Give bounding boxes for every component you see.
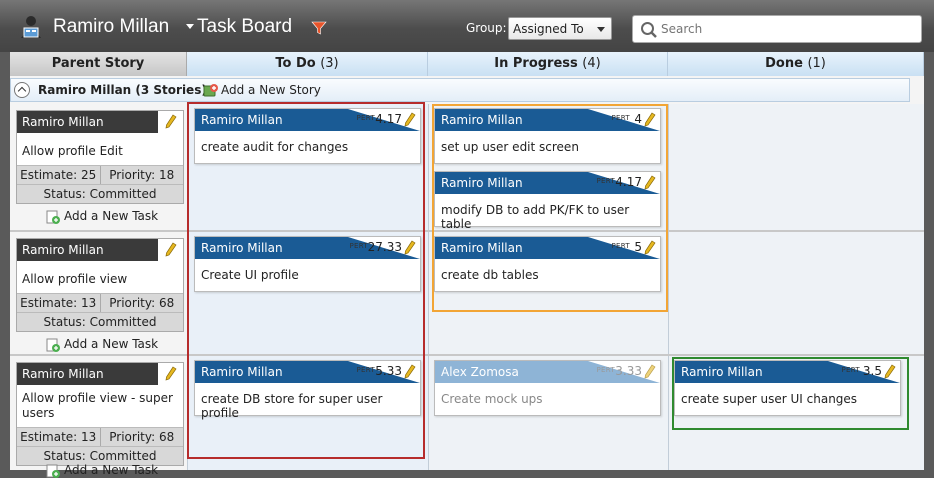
task-card[interactable]: Alex Zomosa PERT 3.33 Create mock ups: [434, 360, 661, 416]
group-label: Group:: [466, 21, 507, 35]
story-estimate: Estimate: 13: [17, 428, 101, 446]
search-input[interactable]: [661, 20, 911, 38]
add-task-label: Add a New Task: [64, 337, 159, 351]
story-status: Status: Committed: [17, 184, 183, 203]
story-title: Allow profile view: [22, 272, 128, 286]
story-meta: Estimate: 25 Priority: 18: [17, 165, 183, 184]
group-row: Ramiro Millan (3 Stories) Add a New Stor…: [10, 78, 910, 102]
page-title: Task Board: [197, 16, 293, 37]
story-priority: Priority: 68: [109, 430, 175, 444]
story-edit-box[interactable]: [158, 111, 183, 133]
add-task-label: Add a New Task: [64, 463, 159, 477]
pencil-icon[interactable]: [644, 364, 656, 379]
pencil-icon[interactable]: [165, 114, 177, 129]
collapse-icon[interactable]: [14, 82, 30, 98]
task-title: Create mock ups: [441, 392, 543, 406]
story-title: Allow profile Edit: [22, 144, 123, 158]
pert-label: PERT: [596, 366, 615, 374]
story-header: Ramiro Millan: [17, 239, 183, 261]
story-meta: Estimate: 13 Priority: 68: [17, 427, 183, 446]
user-board-icon: [21, 16, 41, 38]
story-edit-box[interactable]: [158, 239, 183, 261]
highlight-todo: [187, 102, 425, 459]
story-card[interactable]: Ramiro Millan Allow profile view Estimat…: [16, 238, 184, 332]
add-task-icon: [46, 210, 60, 224]
column-count: (1): [807, 56, 826, 71]
app-header: Ramiro Millan Task Board Group: Assigned…: [0, 0, 934, 52]
pencil-icon[interactable]: [165, 366, 177, 381]
story-header: Ramiro Millan: [17, 111, 183, 133]
add-story-link[interactable]: Add a New Story: [221, 83, 321, 97]
story-priority: Priority: 18: [109, 168, 175, 182]
story-priority: Priority: 68: [109, 296, 175, 310]
chevron-down-icon[interactable]: [186, 24, 194, 29]
row-divider: [10, 354, 924, 356]
column-header-done: Done (1): [668, 52, 924, 76]
task-header: Alex Zomosa PERT 3.33: [435, 361, 660, 383]
group-select-value: Assigned To: [513, 22, 584, 36]
task-owner: Alex Zomosa: [441, 365, 519, 379]
story-title: Allow profile view - super users: [22, 391, 173, 420]
pert-value: 3.33: [615, 364, 642, 378]
column-header-todo: To Do (3): [187, 52, 428, 76]
column-label: To Do: [275, 56, 316, 71]
add-story-icon[interactable]: [203, 83, 219, 98]
chevron-down-icon: [597, 27, 605, 32]
story-owner: Ramiro Millan: [22, 115, 104, 129]
story-card[interactable]: Ramiro Millan Allow profile Edit Estimat…: [16, 110, 184, 204]
column-header-parent-story: Parent Story: [10, 52, 187, 76]
add-task-icon: [46, 464, 60, 478]
add-task-link[interactable]: Add a New Task: [46, 463, 158, 478]
add-task-label: Add a New Task: [64, 209, 159, 223]
group-select[interactable]: Assigned To: [508, 17, 612, 40]
add-task-link[interactable]: Add a New Task: [46, 209, 158, 224]
search-icon: [641, 22, 657, 38]
filter-icon[interactable]: [311, 20, 327, 36]
search-box[interactable]: [632, 15, 922, 43]
column-label: In Progress: [494, 56, 578, 71]
column-label: Parent Story: [51, 56, 145, 71]
column-header-in-progress: In Progress (4): [428, 52, 668, 76]
highlight-in-progress: [432, 104, 668, 312]
divider: [428, 104, 429, 470]
story-edit-box[interactable]: [158, 363, 183, 385]
user-name-dropdown[interactable]: Ramiro Millan: [53, 16, 169, 38]
group-title: Ramiro Millan (3 Stories): [38, 83, 207, 97]
story-meta: Estimate: 13 Priority: 68: [17, 293, 183, 312]
story-estimate: Estimate: 13: [17, 294, 101, 312]
story-owner: Ramiro Millan: [22, 367, 104, 381]
column-count: (4): [582, 56, 601, 71]
column-label: Done: [765, 56, 803, 71]
story-header: Ramiro Millan: [17, 363, 183, 385]
column-count: (3): [320, 56, 339, 71]
add-task-link[interactable]: Add a New Task: [46, 337, 158, 352]
story-card[interactable]: Ramiro Millan Allow profile view - super…: [16, 362, 184, 466]
divider: [668, 104, 669, 470]
pencil-icon[interactable]: [165, 242, 177, 257]
highlight-done: [672, 357, 909, 430]
story-status: Status: Committed: [17, 312, 183, 331]
add-task-icon: [46, 338, 60, 352]
story-estimate: Estimate: 25: [17, 166, 101, 184]
story-owner: Ramiro Millan: [22, 243, 104, 257]
